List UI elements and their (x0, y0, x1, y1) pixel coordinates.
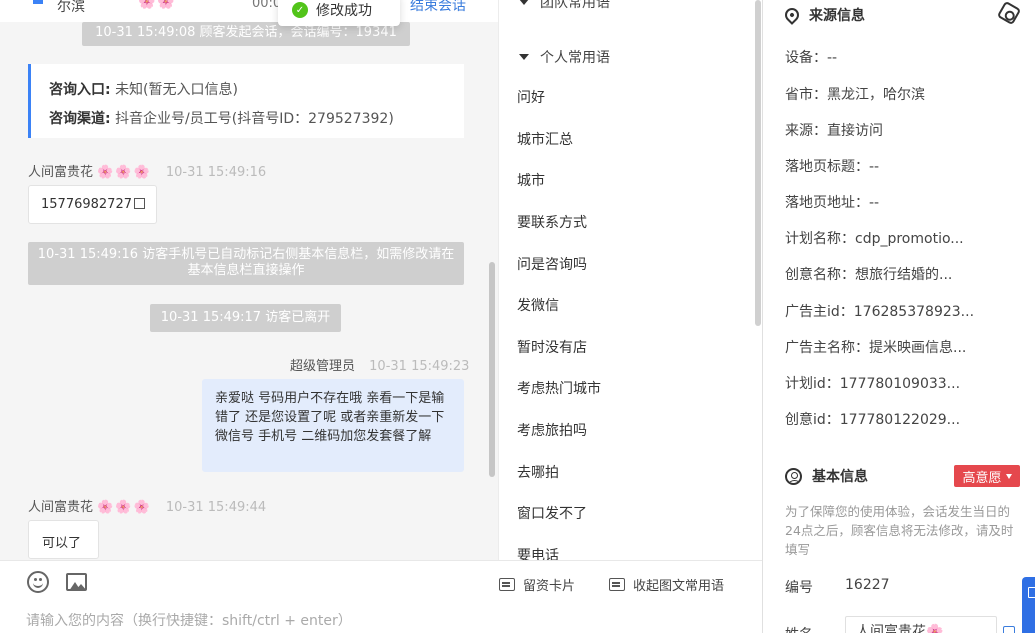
visitor-name-field[interactable]: 人间富贵花🌸 (845, 616, 997, 633)
source-field: 计划名称：cdp_promotio... (785, 231, 964, 247)
toast-text: 修改成功 (316, 3, 372, 19)
visitor-message-bubble[interactable]: 可以了 (28, 520, 99, 559)
sender-name: 人间富贵花 (28, 500, 94, 515)
message-icon (609, 578, 625, 591)
edit-deadline-notice: 为了保障您的使用体验，会话发生当日的24点之后，顾客信息将无法修改，请及时填写 (785, 504, 1014, 557)
source-field: 创意名称：想旅行结婚的... (785, 267, 953, 283)
visitor-id-value: 16227 (845, 577, 890, 593)
message-sender: 超级管理员 10-31 15:49:23 (290, 355, 469, 374)
source-field: 广告主名称：提米映画信息... (785, 340, 967, 356)
copy-icon[interactable] (1003, 626, 1015, 633)
message-text: 15776982727 (41, 197, 132, 212)
visitor-message-bubble[interactable]: 15776982727 (28, 185, 157, 224)
consult-entry-value: 未知(暂无入口信息) (115, 82, 238, 98)
phrase-item[interactable]: 考虑热门城市 (517, 378, 601, 398)
chat-panel: 尔滨 🌸🌸 00:0 结束会话 ✓ 修改成功 10-31 15:49:08 顾客… (0, 0, 498, 560)
leave-info-card-label: 留资卡片 (523, 579, 576, 594)
source-field: 省市：黑龙江，哈尔滨 (785, 87, 925, 103)
source-field: 落地页地址：-- (785, 195, 880, 211)
caret-down-icon (519, 0, 529, 5)
source-info-label: 来源信息 (809, 8, 865, 24)
phrase-item[interactable]: 城市 (517, 170, 545, 190)
agent-message-bubble[interactable]: 亲爱哒 号码用户不存在哦 亲看一下是输错了 还是您设置了呢 或者亲重新发一下微信… (202, 379, 464, 472)
phrase-item[interactable]: 问好 (517, 87, 545, 107)
message-sender: 人间富贵花 🌸🌸🌸 10-31 15:49:44 (28, 496, 266, 515)
emoji-icon[interactable] (27, 571, 49, 593)
user-circle-icon (785, 467, 802, 485)
visitor-name-label: 姓名 (785, 624, 813, 633)
flower-emoji: 🌸🌸🌸 (97, 165, 152, 180)
consult-info-card: 咨询入口: 未知(暂无入口信息) 咨询渠道: 抖音企业号/员工号(抖音号ID：2… (28, 64, 464, 138)
basic-info-label: 基本信息 (812, 469, 868, 485)
sender-name: 超级管理员 (290, 359, 356, 374)
phrase-item[interactable]: 暂时没有店 (517, 337, 587, 357)
consult-channel-row: 咨询渠道: 抖音企业号/员工号(抖音号ID：279527392) (49, 105, 446, 134)
consult-channel-value: 抖音企业号/员工号(抖音号ID：279527392) (115, 111, 394, 127)
phrase-item[interactable]: 窗口发不了 (517, 503, 587, 523)
message-time: 10-31 15:49:23 (369, 359, 470, 374)
source-field: 创意id：177780122029... (785, 412, 961, 428)
source-field: 来源：直接访问 (785, 123, 883, 139)
phrase-item[interactable]: 发微信 (517, 295, 559, 315)
visitor-info-panel: 来源信息 设备：-- 省市：黑龙江，哈尔滨 来源：直接访问 落地页标题：-- 落… (762, 0, 1035, 633)
end-session-link[interactable]: 结束会话 (410, 0, 466, 15)
basic-info-title: 基本信息 (785, 466, 868, 486)
source-info-title: 来源信息 (782, 5, 865, 25)
phrase-item[interactable]: 去哪拍 (517, 462, 559, 482)
flower-emoji: 🌸🌸 (138, 0, 177, 10)
phrase-group-team[interactable]: 团队常用语 (519, 0, 610, 12)
visitor-name-value: 人间富贵花 (856, 624, 926, 633)
message-input-area: 留资卡片 收起图文常用语 (0, 560, 762, 633)
source-field: 计划id：177780109033... (785, 376, 961, 392)
caret-down-icon (1005, 473, 1012, 479)
source-field: 广告主id：176285378923... (785, 304, 975, 320)
message-input[interactable] (26, 613, 726, 629)
copy-icon[interactable] (133, 198, 145, 209)
floating-side-button[interactable] (1022, 577, 1035, 633)
quick-phrases-panel: 团队常用语 个人常用语 问好 城市汇总 城市 要联系方式 问是咨询吗 发微信 暂… (498, 0, 762, 560)
message-time: 10-31 15:49:44 (165, 500, 267, 515)
collapse-phrases-button[interactable]: 收起图文常用语 (609, 575, 724, 594)
intent-level-label: 高意愿 (962, 470, 1002, 486)
flower-emoji: 🌸🌸🌸 (97, 500, 152, 515)
chat-scrollbar[interactable] (489, 262, 495, 477)
chat-workspace: 尔滨 🌸🌸 00:0 结束会话 ✓ 修改成功 10-31 15:49:08 顾客… (0, 0, 1035, 633)
success-toast: ✓ 修改成功 (278, 0, 400, 26)
leave-info-card-button[interactable]: 留资卡片 (499, 575, 575, 594)
consult-entry-row: 咨询入口: 未知(暂无入口信息) (49, 76, 446, 105)
session-time-cut: 00:0 (252, 0, 282, 11)
settings-icon[interactable] (996, 0, 1022, 26)
phrase-group-personal[interactable]: 个人常用语 (519, 47, 610, 67)
caret-down-icon (519, 54, 529, 60)
location-pin-icon (782, 5, 802, 25)
phrase-group-label: 团队常用语 (540, 0, 610, 11)
source-field: 设备：-- (785, 50, 838, 66)
document-icon (1028, 587, 1035, 598)
visitor-city-cut: 尔滨 (57, 0, 85, 15)
sender-name: 人间富贵花 (28, 165, 94, 180)
image-icon[interactable] (66, 573, 87, 591)
system-message-visitor-left: 10-31 15:49:17 访客已离开 (150, 304, 341, 332)
blue-marker (33, 0, 43, 4)
card-icon (499, 578, 515, 591)
source-field: 落地页标题：-- (785, 159, 880, 175)
phrases-scrollbar[interactable] (755, 0, 761, 326)
phrase-item[interactable]: 考虑旅拍吗 (517, 420, 587, 440)
visitor-id-label: 编号 (785, 580, 813, 596)
collapse-phrases-label: 收起图文常用语 (633, 579, 725, 594)
message-sender: 人间富贵花 🌸🌸🌸 10-31 15:49:16 (28, 161, 266, 180)
flower-emoji: 🌸 (926, 624, 944, 633)
phrase-item[interactable]: 问是咨询吗 (517, 254, 587, 274)
phrase-item[interactable]: 要联系方式 (517, 212, 587, 232)
phrase-item[interactable]: 城市汇总 (517, 129, 573, 149)
consult-channel-label: 咨询渠道: (49, 111, 111, 127)
check-circle-icon: ✓ (292, 2, 308, 18)
intent-level-dropdown[interactable]: 高意愿 (954, 465, 1020, 487)
phrase-item[interactable]: 要电话 (517, 545, 559, 560)
consult-entry-label: 咨询入口: (49, 82, 111, 98)
previous-header-strip: 尔滨 🌸🌸 00:0 结束会话 (0, 0, 498, 22)
message-time: 10-31 15:49:16 (165, 165, 267, 180)
system-message-auto-mark: 10-31 15:49:16 访客手机号已自动标记右侧基本信息栏，如需修改请在基… (28, 242, 464, 285)
phrase-group-label: 个人常用语 (540, 50, 610, 66)
